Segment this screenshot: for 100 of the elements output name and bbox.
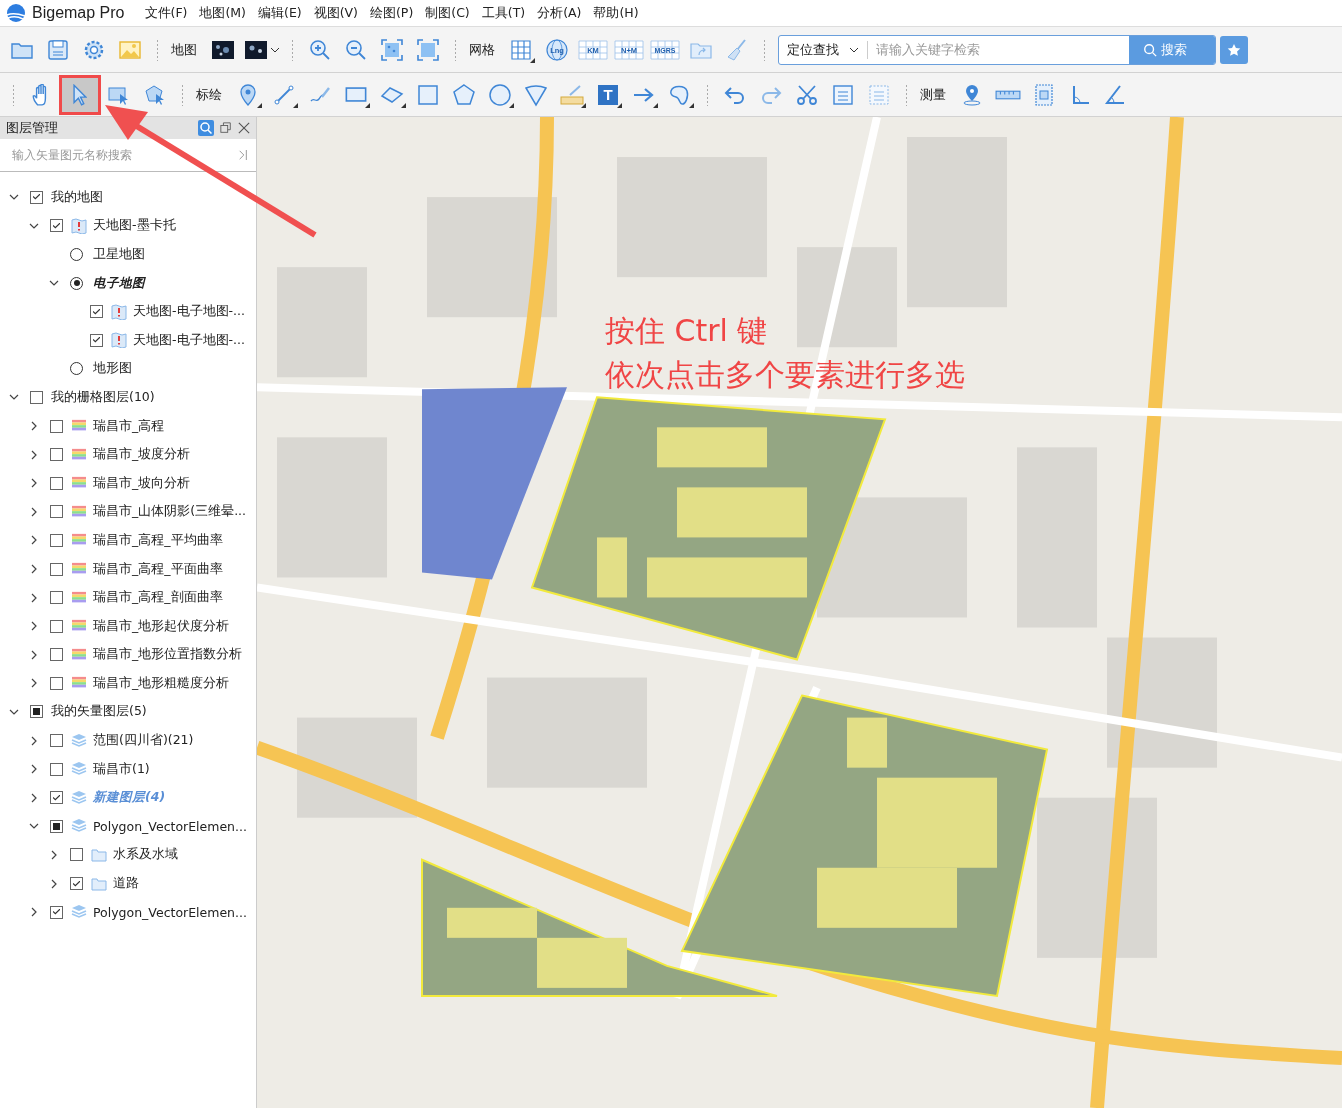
- layer-name[interactable]: 道路: [113, 875, 139, 893]
- document-icon: [867, 82, 891, 107]
- layer-name[interactable]: 瑞昌市_地形位置指数分析: [93, 646, 243, 664]
- layers-icon: [71, 818, 87, 835]
- layer-checkbox[interactable]: [50, 762, 63, 776]
- location-search-field[interactable]: 定位查找 请输入关键字检索 搜索: [778, 34, 1216, 65]
- layer-checkbox[interactable]: [50, 448, 63, 462]
- layer-name[interactable]: 天地图-墨卡托: [93, 217, 176, 235]
- annotation-text: 按住 Ctrl 键: [605, 312, 768, 350]
- layer-checkbox[interactable]: [30, 390, 43, 404]
- layer-name[interactable]: 瑞昌市_山体阴影(三维晕...: [93, 503, 247, 521]
- layer-name[interactable]: 瑞昌市_地形起伏度分析: [93, 617, 230, 635]
- layer-checkbox[interactable]: [50, 562, 63, 576]
- annotation-text: 依次点击多个要素进行多选: [605, 356, 965, 394]
- broom-icon: [725, 37, 749, 62]
- layer-name[interactable]: 我的栅格图层(10): [51, 388, 155, 406]
- layer-checkbox[interactable]: [50, 619, 63, 633]
- layer-checkbox[interactable]: [70, 848, 83, 862]
- chevron-icon: [29, 764, 39, 775]
- toolbar-grip: [706, 83, 709, 106]
- layer-name[interactable]: 瑞昌市(1): [93, 760, 150, 778]
- layer-checkbox[interactable]: [30, 190, 43, 204]
- toolbar-grip: [454, 38, 457, 61]
- chevron-icon: [29, 506, 39, 517]
- layer-checkbox[interactable]: [50, 676, 63, 690]
- layer-name[interactable]: 瑞昌市_地形粗糙度分析: [93, 674, 230, 692]
- layer-checkbox[interactable]: [50, 734, 63, 748]
- pointer-icon: [73, 83, 87, 106]
- layer-checkbox[interactable]: [90, 305, 103, 319]
- zoom-out-icon: [344, 37, 368, 62]
- layer-name[interactable]: 卫星地图: [93, 246, 145, 263]
- layer-name[interactable]: 瑞昌市_坡向分析: [93, 474, 191, 492]
- menu-item[interactable]: 帮助(H): [593, 4, 639, 22]
- layer-checkbox[interactable]: [90, 333, 103, 347]
- app-title: Bigemap Pro: [32, 4, 125, 22]
- toolbar-grip: [291, 38, 294, 61]
- layer-name[interactable]: 天地图-电子地图-...: [133, 331, 245, 349]
- layer-name[interactable]: 瑞昌市_高程: [93, 417, 165, 435]
- chevron-icon: [29, 621, 39, 632]
- square-icon: [416, 82, 440, 107]
- layer-checkbox[interactable]: [50, 219, 63, 233]
- layer-name[interactable]: 我的矢量图层(5): [51, 703, 147, 721]
- layer-name[interactable]: 瑞昌市_高程_剖面曲率: [93, 589, 223, 607]
- menu-item[interactable]: 绘图(P): [369, 4, 414, 22]
- pointer-button[interactable]: [62, 77, 98, 112]
- layer-name[interactable]: Polygon_VectorElemen...: [93, 818, 247, 834]
- favorites-button[interactable]: [1220, 35, 1248, 64]
- layer-name[interactable]: 我的地图: [51, 188, 103, 206]
- chevron-icon: [29, 592, 39, 603]
- layer-checkbox[interactable]: [50, 476, 63, 490]
- layer-checkbox[interactable]: [50, 591, 63, 605]
- checkmark-icon: [73, 880, 80, 887]
- toolbar-grip: [763, 38, 766, 61]
- close-icon[interactable]: [238, 122, 250, 134]
- layer-name[interactable]: 瑞昌市_高程_平面曲率: [93, 560, 223, 578]
- toolbar-grip: [181, 83, 184, 106]
- raster-layer-icon: [71, 447, 87, 462]
- layer-name[interactable]: Polygon_VectorElemen...: [93, 904, 247, 920]
- layer-checkbox[interactable]: [50, 533, 63, 547]
- fit-extent-icon: [380, 37, 404, 62]
- star-icon: [1227, 42, 1241, 57]
- layer-checkbox[interactable]: [50, 791, 63, 805]
- line-icon: [272, 82, 296, 107]
- chevron-icon: [9, 707, 19, 717]
- toolbar-grip: [12, 83, 15, 106]
- layer-name[interactable]: 电子地图: [93, 274, 145, 292]
- menu-item[interactable]: 编辑(E): [258, 4, 302, 22]
- restore-icon[interactable]: [220, 122, 232, 134]
- layer-name[interactable]: 范围(四川省)(21): [93, 732, 194, 750]
- menu-item[interactable]: 地图(M): [199, 4, 246, 22]
- menu-item[interactable]: 分析(A): [537, 4, 582, 22]
- folder-icon: [91, 846, 107, 863]
- layer-checkbox[interactable]: [50, 419, 63, 433]
- layer-checkbox[interactable]: [70, 877, 83, 891]
- chevron-icon: [49, 849, 59, 860]
- chevron-icon: [29, 564, 39, 574]
- layer-name[interactable]: 瑞昌市_高程_平均曲率: [93, 531, 223, 549]
- layer-name[interactable]: 水系及水域: [113, 846, 178, 864]
- layer-name[interactable]: 地形图: [93, 360, 132, 378]
- area-icon: [1032, 82, 1056, 107]
- layer-name[interactable]: 瑞昌市_坡度分析: [93, 446, 191, 464]
- ruler-icon: [560, 82, 584, 107]
- menu-item[interactable]: 视图(V): [313, 4, 358, 22]
- checkmark-icon: [53, 222, 60, 229]
- menu-item[interactable]: 工具(T): [481, 4, 526, 22]
- layer-name[interactable]: 天地图-电子地图-...: [133, 303, 245, 321]
- sector-icon: [524, 82, 548, 107]
- checkmark-icon: [53, 794, 60, 801]
- layer-checkbox[interactable]: [50, 648, 63, 662]
- map-layer-icon: [111, 332, 127, 349]
- map-layer-icon: [111, 303, 127, 320]
- toolbar-label: 网格: [469, 40, 495, 59]
- layer-checkbox[interactable]: [50, 505, 63, 519]
- menu-item[interactable]: 制图(C): [425, 4, 470, 22]
- layer-checkbox[interactable]: [50, 905, 63, 919]
- chevron-icon: [29, 535, 39, 546]
- chevron-icon: [49, 878, 59, 889]
- search-icon[interactable]: [198, 120, 214, 136]
- menu-item[interactable]: 文件(F): [144, 4, 188, 22]
- checkmark-icon: [53, 909, 60, 916]
